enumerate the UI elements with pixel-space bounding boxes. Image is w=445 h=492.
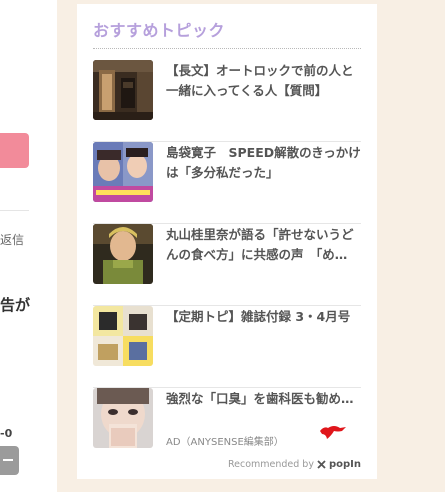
minus-button[interactable] — [0, 446, 19, 475]
left-heading-text: 告が — [0, 296, 31, 314]
topic-thumbnail[interactable] — [93, 306, 153, 366]
left-column: 返信 告が -0 — [0, 0, 57, 492]
topic-thumbnail[interactable] — [93, 224, 153, 284]
reply-link[interactable]: 返信 — [0, 231, 24, 248]
popin-logo: popIn — [328, 459, 361, 470]
ad-item[interactable]: 強烈な「口臭」を歯科医も勧め… AD（ANYSENSE編集部） — [93, 388, 361, 470]
title-divider — [93, 48, 361, 49]
divider — [0, 210, 29, 211]
topic-title[interactable]: 【定期トピ】雑誌付録 3・4月号 — [166, 307, 362, 327]
topic-item[interactable]: 【定期トピ】雑誌付録 3・4月号 — [93, 306, 361, 388]
ad-thumbnail[interactable] — [93, 388, 153, 448]
pink-button[interactable] — [0, 133, 29, 168]
recommended-by-popin[interactable]: Recommended by popIn — [228, 459, 361, 470]
recommended-topics-widget: おすすめトピック 【長文】オートロックで前の人と一緒に入ってくる人【質問】 島袋… — [77, 4, 377, 479]
widget-title: おすすめトピック — [93, 21, 226, 40]
topic-title[interactable]: 丸山桂里奈が語る「許せないうどんの食べ方」に共感の声 「め… — [166, 225, 362, 265]
left-count-text: -0 — [0, 427, 13, 440]
topic-title[interactable]: 島袋寛子 SPEED解散のきっかけは「多分私だった」 — [166, 143, 362, 183]
red-scribble-icon — [320, 426, 346, 439]
topic-title[interactable]: 【長文】オートロックで前の人と一緒に入ってくる人【質問】 — [166, 61, 362, 101]
popin-x-icon — [317, 460, 326, 469]
topic-item[interactable]: 島袋寛子 SPEED解散のきっかけは「多分私だった」 — [93, 142, 361, 224]
topic-item[interactable]: 丸山桂里奈が語る「許せないうどんの食べ方」に共感の声 「め… — [93, 224, 361, 306]
recommended-label: Recommended by — [227, 459, 314, 470]
topic-item[interactable]: 【長文】オートロックで前の人と一緒に入ってくる人【質問】 — [93, 60, 361, 142]
topic-thumbnail[interactable] — [93, 142, 153, 202]
ad-sponsor-label: AD（ANYSENSE編集部） — [166, 437, 284, 448]
topic-thumbnail[interactable] — [93, 60, 153, 120]
ad-title[interactable]: 強烈な「口臭」を歯科医も勧め… — [166, 389, 362, 409]
